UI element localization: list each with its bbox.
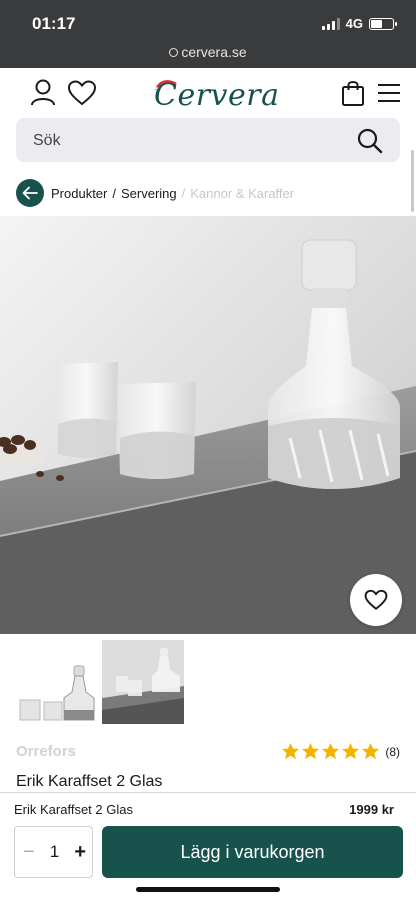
product-brand[interactable]: Orrefors (16, 743, 76, 760)
heart-icon (364, 589, 388, 611)
sticky-product-price: 1999 kr (349, 802, 394, 817)
back-button[interactable] (16, 179, 44, 207)
url-text: cervera.se (181, 44, 247, 60)
breadcrumb-link-produkter[interactable]: Produkter (51, 186, 107, 201)
sticky-product-name: Erik Karaffset 2 Glas (14, 802, 133, 817)
site-logo[interactable]: Cervera (154, 78, 279, 113)
scrollbar[interactable] (411, 150, 414, 212)
product-image[interactable] (0, 216, 416, 634)
network-label: 4G (345, 16, 363, 31)
search-icon[interactable] (356, 127, 384, 155)
arrow-left-icon (22, 186, 38, 200)
heart-icon[interactable] (66, 78, 98, 108)
thumbnail-gallery (16, 640, 184, 724)
thumbnail-image (16, 640, 98, 724)
quantity-stepper: − 1 + (14, 826, 93, 878)
quantity-value[interactable]: 1 (50, 842, 59, 862)
menu-icon[interactable] (376, 78, 402, 108)
status-indicators: 4G (321, 16, 397, 31)
thumbnail-image (102, 640, 184, 724)
add-to-cart-button[interactable]: Lägg i varukorgen (102, 826, 403, 878)
battery-icon (369, 17, 397, 30)
breadcrumb-separator: / (181, 185, 186, 201)
home-indicator[interactable] (136, 887, 280, 892)
breadcrumb-separator: / (112, 185, 116, 201)
decanter-photo (0, 216, 416, 634)
breadcrumb: Produkter / Servering / Kannor & Karaffe… (16, 178, 294, 208)
star-icon (282, 742, 300, 760)
thumbnail-2[interactable] (102, 640, 184, 724)
product-title: Erik Karaffset 2 Glas (16, 773, 163, 790)
star-icon (302, 742, 320, 760)
quantity-decrease-button[interactable]: − (23, 841, 35, 864)
star-icon (362, 742, 380, 760)
search-input[interactable]: Sök (16, 118, 400, 162)
site-header: Cervera (0, 68, 416, 118)
search-placeholder: Sök (33, 132, 61, 149)
breadcrumb-current: Kannor & Karaffer (190, 185, 295, 201)
thumbnail-1[interactable] (16, 640, 98, 724)
user-icon[interactable] (28, 78, 58, 108)
product-rating[interactable]: (8) (281, 742, 400, 761)
star-icon (342, 742, 360, 760)
quantity-increase-button[interactable]: + (74, 841, 86, 864)
sticky-cart-bar: Erik Karaffset 2 Glas 1999 kr − 1 + Lägg… (0, 792, 416, 900)
rating-count: (8) (385, 744, 400, 759)
bag-icon[interactable] (340, 78, 366, 108)
url-bar[interactable]: cervera.se (0, 44, 416, 60)
star-icon (322, 742, 340, 760)
info-icon (169, 48, 179, 57)
add-to-wishlist-button[interactable] (350, 574, 402, 626)
battery-level (371, 19, 382, 28)
status-bar: 01:17 4G cervera.se (0, 0, 416, 68)
status-time: 01:17 (32, 14, 76, 33)
signal-icon (321, 17, 340, 30)
breadcrumb-link-servering[interactable]: Servering (121, 186, 177, 201)
